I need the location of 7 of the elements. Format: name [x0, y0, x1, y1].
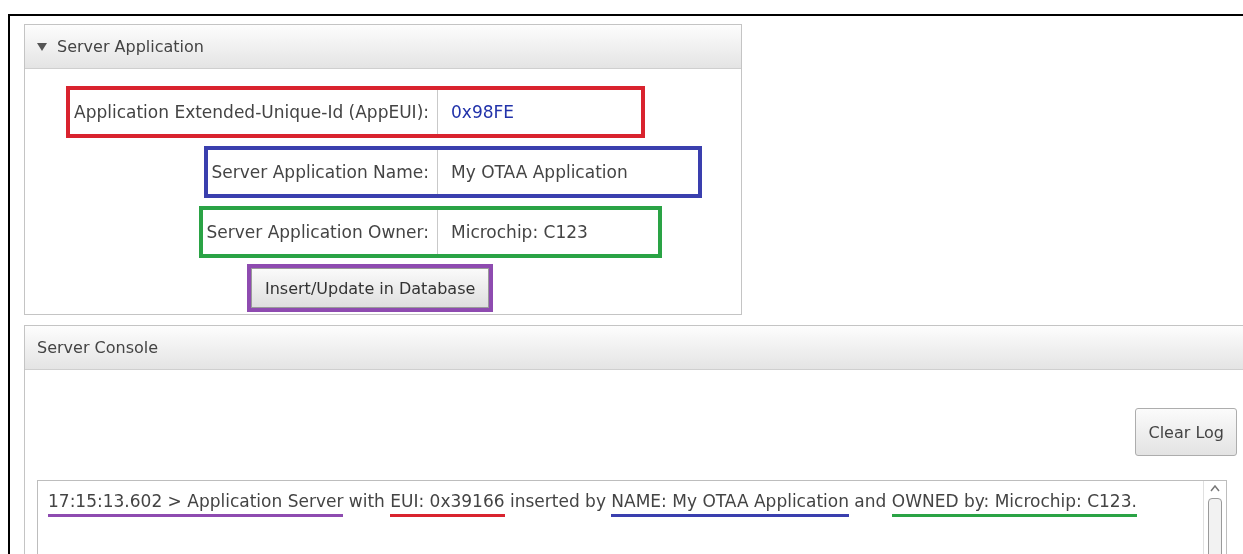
collapse-caret-icon[interactable]: [37, 42, 47, 51]
panel-title: Server Application: [57, 37, 204, 56]
scroll-up-icon[interactable]: [1210, 485, 1220, 492]
clear-log-button[interactable]: Clear Log: [1135, 408, 1237, 456]
panel-title: Server Console: [37, 338, 159, 357]
insert-update-button[interactable]: Insert/Update in Database: [247, 264, 494, 312]
log-entry: 17:15:13.602 > Application Server with EUI: 0x39166 inserted by NAME: My OTAA Application and OWNED by: Microchip: C123.: [38, 481, 1203, 554]
